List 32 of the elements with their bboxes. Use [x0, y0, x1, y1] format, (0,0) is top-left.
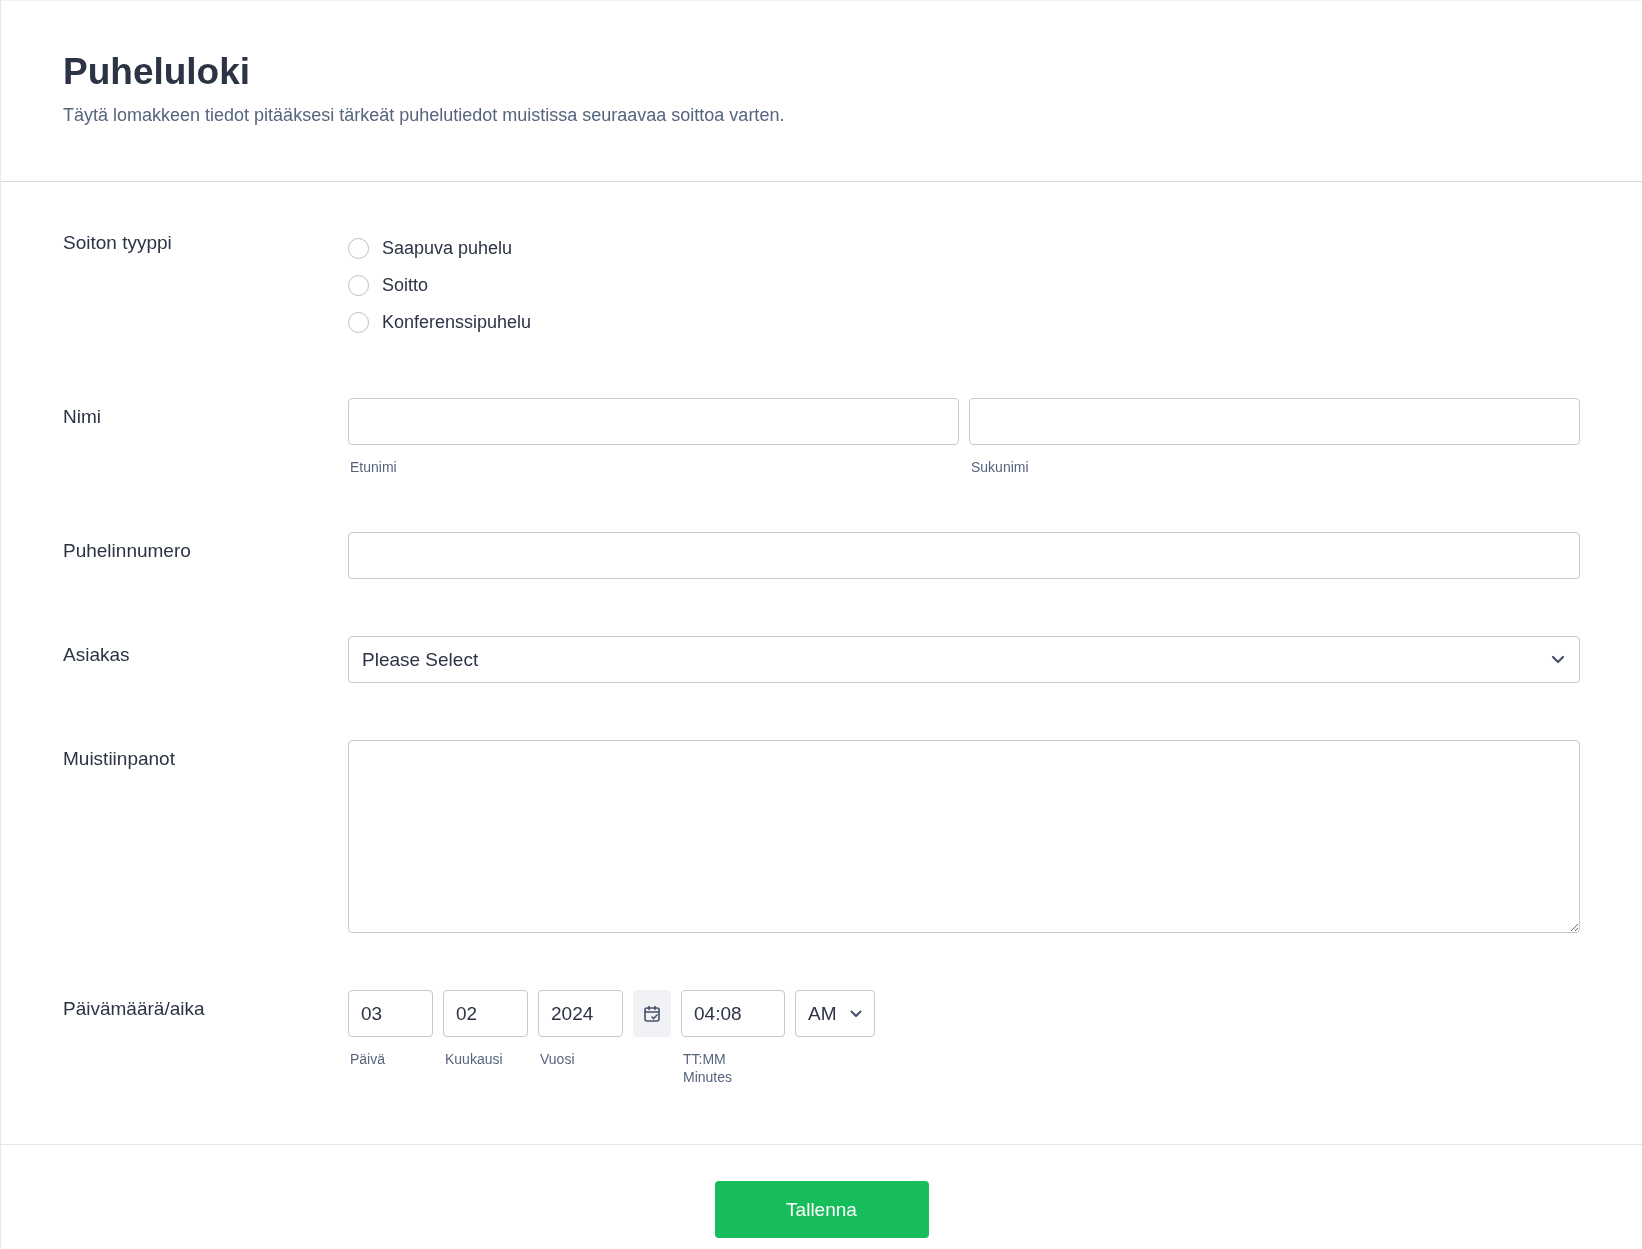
field-label: Päivämäärä/aika: [63, 997, 206, 1021]
time-input[interactable]: 04:08: [681, 990, 785, 1037]
field-sublabel: Etunimi: [349, 459, 398, 475]
field-sublabel: Vuosi: [539, 1051, 576, 1067]
field-sublabel: Päivä: [349, 1051, 387, 1067]
input-field[interactable]: [969, 398, 1580, 445]
ampm-select[interactable]: AM: [795, 990, 875, 1037]
radio-label[interactable]: Soitto: [382, 275, 429, 296]
field-sublabel: TT:MM: [682, 1051, 727, 1067]
radio-label[interactable]: Saapuva puhelu: [382, 238, 513, 259]
field-label: Nimi: [63, 405, 102, 429]
field-sublabel: Minutes: [682, 1069, 734, 1085]
date-input[interactable]: 03: [348, 990, 433, 1037]
date-input[interactable]: 2024: [538, 990, 623, 1037]
form-title: Puheluloki: [63, 51, 252, 93]
radio-label[interactable]: Konferenssipuhelu: [382, 312, 532, 333]
notes-textarea[interactable]: [348, 740, 1580, 933]
field-sublabel: Kuukausi: [444, 1051, 504, 1067]
chevron-down-icon: [1551, 655, 1565, 664]
date-input[interactable]: 02: [443, 990, 528, 1037]
input-field[interactable]: [348, 532, 1580, 579]
dropdown-select[interactable]: Please Select: [348, 636, 1580, 683]
calendar-icon: [643, 1004, 661, 1023]
field-label: Asiakas: [63, 643, 131, 667]
field-label: Soiton tyyppi: [63, 231, 173, 255]
form-description: Täytä lomakkeen tiedot pitääksesi tärkeät puhelutiedot muistissa seuraavaa soittoa varten.: [63, 105, 786, 126]
calendar-button[interactable]: [633, 990, 671, 1037]
field-sublabel: Sukunimi: [970, 459, 1030, 475]
chevron-down-icon: [850, 1009, 862, 1018]
field-label: Puhelinnumero: [63, 539, 192, 563]
field-label: Muistiinpanot: [63, 747, 176, 771]
input-field[interactable]: [348, 398, 959, 445]
